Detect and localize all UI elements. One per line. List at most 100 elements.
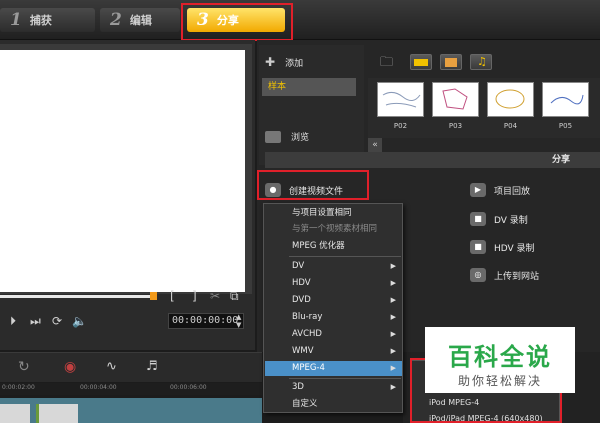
next-frame-icon[interactable]: ⏭ bbox=[30, 314, 41, 329]
copy-icon[interactable]: ⧉ bbox=[230, 289, 239, 304]
menu-item-label: WMV bbox=[292, 346, 314, 356]
photo-filter-button[interactable] bbox=[440, 54, 462, 70]
volume-icon[interactable]: 🔈 bbox=[72, 314, 87, 328]
clip-thumbnail[interactable] bbox=[36, 404, 78, 423]
folder-icon[interactable]: 🗀 bbox=[380, 53, 393, 75]
menu-item-mpeg-optimizer[interactable]: MPEG 优化器 bbox=[265, 239, 402, 254]
share-option-label: DV 录制 bbox=[494, 215, 528, 226]
browse-button[interactable]: 浏览 bbox=[265, 130, 309, 143]
menu-item-bluray[interactable]: Blu-ray ▶ bbox=[265, 310, 402, 325]
upload-web-button[interactable]: ◎ 上传到网站 bbox=[470, 268, 539, 282]
menu-item-label: MPEG 优化器 bbox=[292, 241, 345, 251]
thumbnail-p05[interactable] bbox=[542, 82, 589, 117]
share-option-label: HDV 录制 bbox=[494, 243, 535, 254]
menu-item-dvd[interactable]: DVD ▶ bbox=[265, 293, 402, 308]
plus-icon: ✚ bbox=[265, 55, 276, 69]
menu-item-same-as-first-clip: 与第一个视频素材相同 bbox=[265, 222, 402, 237]
ruler-tick: 0:00:02:00 bbox=[2, 384, 35, 391]
browse-icon bbox=[265, 130, 281, 143]
menu-item-3d[interactable]: 3D ▶ bbox=[265, 380, 402, 395]
thumbnail-label: P05 bbox=[558, 122, 573, 130]
submenu-arrow-icon: ▶ bbox=[390, 279, 396, 287]
submenu-arrow-icon: ▶ bbox=[390, 347, 396, 355]
audio-filter-button[interactable]: ♫ bbox=[470, 54, 492, 70]
menu-item-label: 自定义 bbox=[292, 399, 318, 409]
create-video-menu: 与项目设置相同 与第一个视频素材相同 MPEG 优化器 DV ▶ HDV ▶ DVD… bbox=[263, 203, 403, 413]
step-edit-tab[interactable]: 2 编辑 bbox=[100, 8, 180, 32]
mark-out-button[interactable]: ] bbox=[192, 289, 197, 303]
sketch-image bbox=[495, 89, 525, 109]
thumbnail-p02[interactable] bbox=[377, 82, 424, 117]
music-icon: ♫ bbox=[477, 55, 487, 68]
add-label: 添加 bbox=[285, 58, 304, 69]
auto-music-icon[interactable]: ♬ bbox=[146, 359, 158, 374]
video-filter-button[interactable] bbox=[410, 54, 432, 70]
thumbnail-label: P03 bbox=[448, 122, 463, 130]
timecode-stepper-icon[interactable]: ▲ ▼ bbox=[236, 313, 241, 329]
sample-folder-tab[interactable]: 样本 bbox=[262, 78, 356, 96]
menu-item-dv[interactable]: DV ▶ bbox=[265, 259, 402, 274]
collapse-library-button[interactable]: « bbox=[368, 138, 382, 152]
audio-mixer-icon[interactable]: ∿ bbox=[106, 359, 117, 374]
preview-screen bbox=[0, 50, 245, 292]
sketch-image bbox=[550, 94, 584, 105]
timeline-toolbar bbox=[0, 352, 262, 382]
menu-item-avchd[interactable]: AVCHD ▶ bbox=[265, 327, 402, 342]
step-capture-tab[interactable]: 1 捕获 bbox=[0, 8, 95, 32]
step-label: 编辑 bbox=[129, 14, 152, 27]
add-folder-button[interactable]: ✚ 添加 bbox=[265, 55, 303, 69]
project-playback-button[interactable]: ▶ 项目回放 bbox=[470, 183, 530, 197]
menu-item-label: 与第一个视频素材相同 bbox=[292, 224, 378, 234]
app-window: 1 捕获 2 编辑 3 分享 [ ] ✂ ⧉ ⏵ ⏭ ⟳ 🔈 00:00:00:… bbox=[0, 0, 600, 423]
scissors-icon[interactable]: ✂ bbox=[210, 289, 220, 303]
menu-item-label: AVCHD bbox=[292, 329, 322, 339]
browse-label: 浏览 bbox=[291, 133, 310, 143]
menu-item-label: MPEG-4 bbox=[292, 363, 325, 373]
timeline-video-track[interactable] bbox=[0, 398, 262, 423]
share-tab-highlight bbox=[181, 3, 293, 41]
share-option-label: 上传到网站 bbox=[494, 271, 540, 282]
menu-item-label: DV bbox=[292, 261, 305, 271]
share-panel-header: 分享 bbox=[265, 152, 600, 168]
play-from-start-icon[interactable]: ⏵ bbox=[10, 314, 16, 329]
playback-icon: ▶ bbox=[470, 183, 486, 197]
ruler-tick: 00:00:06:00 bbox=[170, 384, 207, 391]
clip-thumbnail[interactable] bbox=[0, 404, 30, 423]
scrub-handle[interactable] bbox=[150, 292, 157, 300]
thumbnail-label: P02 bbox=[393, 122, 408, 130]
menu-item-hdv[interactable]: HDV ▶ bbox=[265, 276, 402, 291]
dv-record-button[interactable]: ■ DV 录制 bbox=[470, 212, 528, 226]
watermark-subtitle: 助你轻松解决 bbox=[457, 374, 542, 388]
menu-item-custom[interactable]: 自定义 bbox=[265, 397, 402, 412]
redo-icon[interactable]: ↻ bbox=[18, 359, 30, 375]
thumbnail-p03[interactable] bbox=[432, 82, 479, 117]
menu-item-same-as-project[interactable]: 与项目设置相同 bbox=[265, 206, 402, 221]
repeat-icon[interactable]: ⟳ bbox=[52, 314, 62, 328]
submenu-arrow-icon: ▶ bbox=[390, 383, 396, 391]
step-number: 2 bbox=[110, 10, 122, 30]
thumbnail-p04[interactable] bbox=[487, 82, 534, 117]
menu-item-label: DVD bbox=[292, 295, 311, 305]
map-sketch-image bbox=[382, 91, 421, 108]
menu-item-label: HDV bbox=[292, 278, 311, 288]
film-icon bbox=[414, 59, 428, 66]
submenu-arrow-icon: ▶ bbox=[390, 330, 396, 338]
thumbnail-label: P04 bbox=[503, 122, 518, 130]
menu-separator bbox=[289, 256, 401, 257]
camera-icon: ■ bbox=[470, 240, 486, 254]
menu-item-label: Blu-ray bbox=[292, 312, 323, 322]
menu-item-mpeg4[interactable]: MPEG-4 ▶ bbox=[265, 361, 402, 376]
record-capture-icon[interactable]: ◉ bbox=[64, 359, 76, 375]
watermark-title: 百科全说 bbox=[448, 343, 552, 371]
create-video-highlight bbox=[257, 170, 369, 200]
submenu-arrow-icon: ▶ bbox=[390, 296, 396, 304]
photo-icon bbox=[445, 58, 457, 67]
sketch-image bbox=[442, 88, 468, 110]
hdv-record-button[interactable]: ■ HDV 录制 bbox=[470, 240, 535, 254]
timecode-field[interactable]: 00:00:00:00 bbox=[168, 313, 244, 329]
submenu-arrow-icon: ▶ bbox=[390, 262, 396, 270]
mark-in-button[interactable]: [ bbox=[170, 289, 175, 303]
menu-item-wmv[interactable]: WMV ▶ bbox=[265, 344, 402, 359]
timeline-ruler[interactable]: 0:00:02:00 00:00:04:00 00:00:06:00 bbox=[0, 383, 262, 395]
camera-icon: ■ bbox=[470, 212, 486, 226]
